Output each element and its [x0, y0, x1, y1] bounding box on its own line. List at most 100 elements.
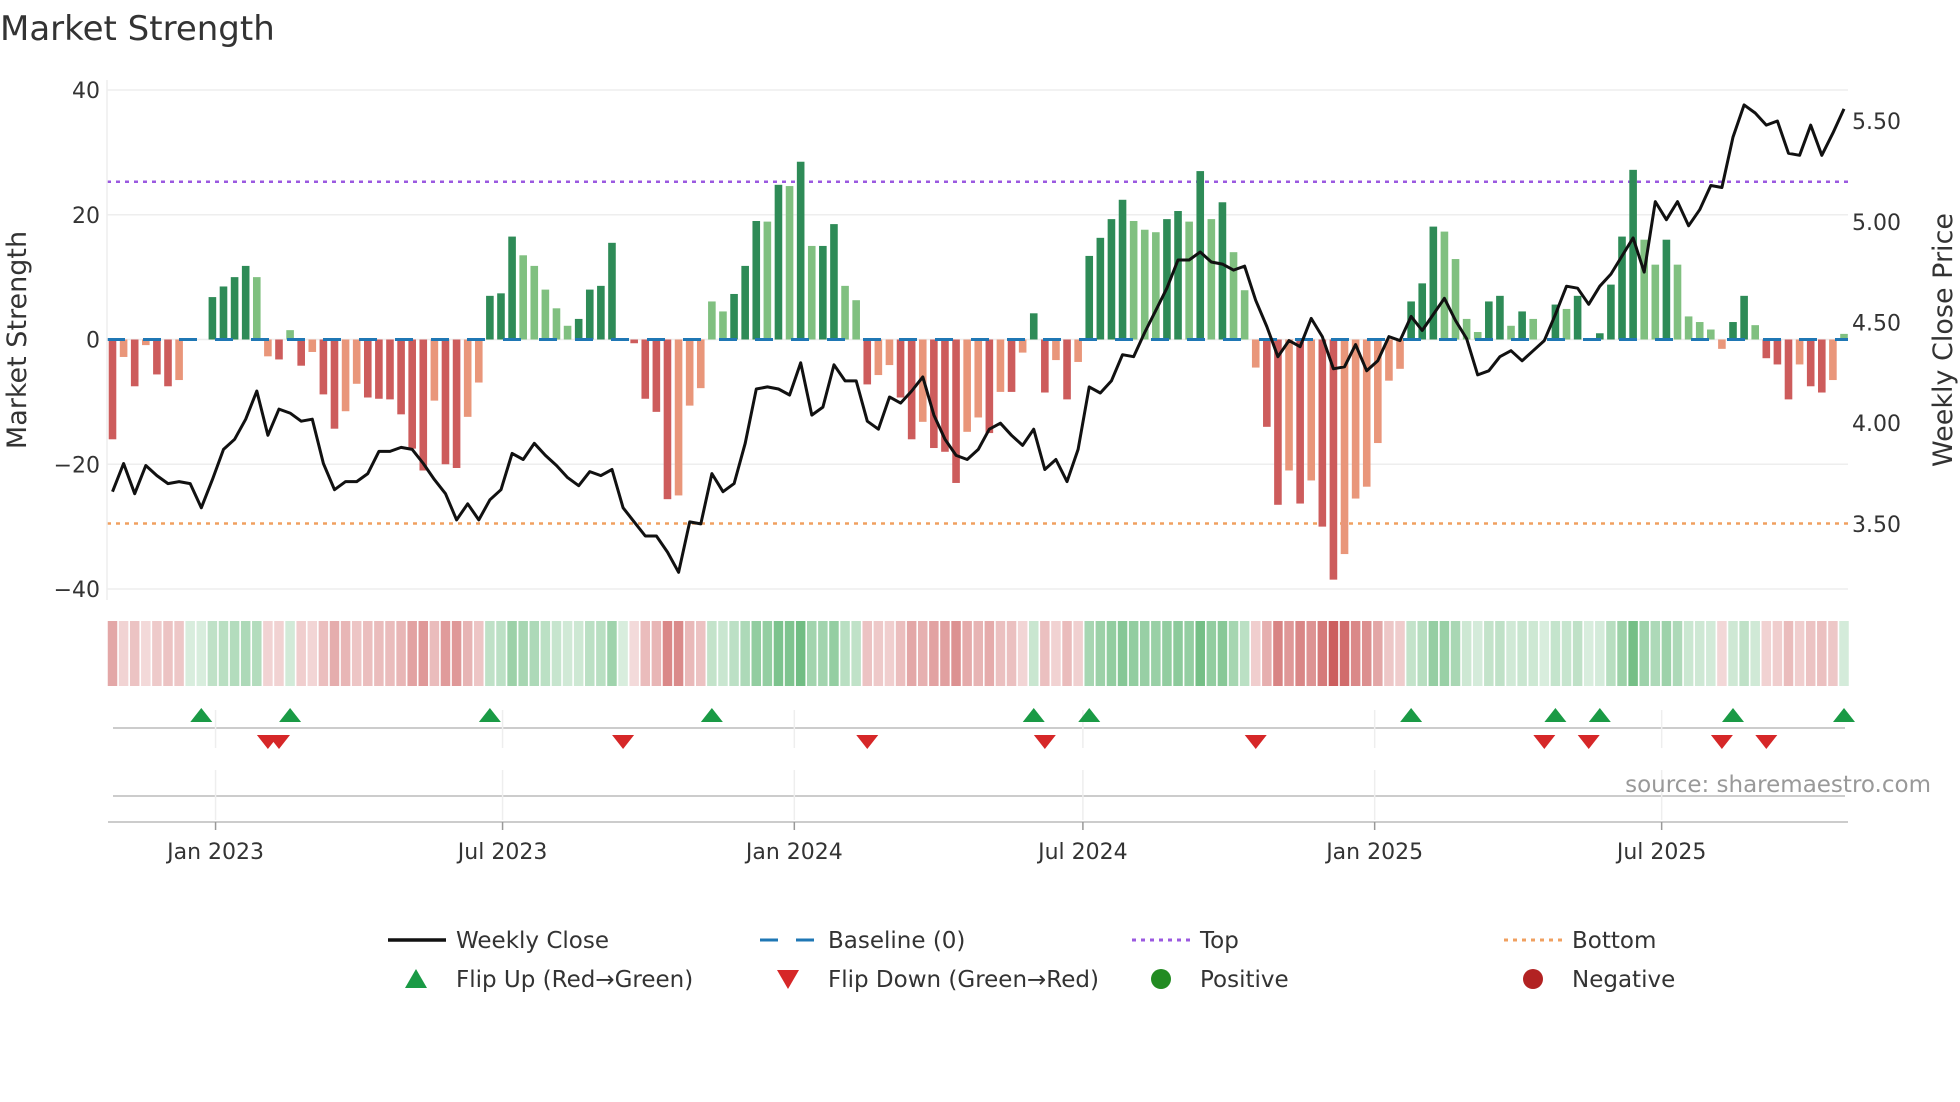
heatmap-cell: [1373, 621, 1383, 686]
legend-item: Weekly Close: [388, 928, 609, 954]
flip-up-marker: [190, 708, 213, 722]
heatmap-cell: [1128, 621, 1139, 686]
legend-item: Positive: [1151, 967, 1289, 993]
heatmap-cell: [940, 621, 950, 686]
heatmap-cell: [1406, 621, 1416, 686]
heatmap-cell: [351, 621, 362, 686]
heatmap-cell: [1450, 621, 1461, 686]
chart-title: Market Strength: [0, 9, 275, 49]
legend-item: Top: [1132, 928, 1239, 954]
strength-bar: [730, 293, 738, 340]
strength-bar: [463, 339, 472, 417]
heatmap-cell: [895, 621, 906, 686]
heatmap-cell: [984, 621, 995, 686]
heatmap-cell: [740, 621, 750, 686]
heatmap-cell: [1439, 621, 1450, 686]
heatmap-cell: [873, 621, 884, 686]
strength-bar: [419, 339, 428, 471]
heatmap-cell: [929, 621, 939, 686]
strength-bar: [674, 339, 683, 496]
y-tick-label: 40: [72, 79, 100, 104]
heatmap-cell: [1783, 621, 1794, 686]
heatmap-cell: [1017, 621, 1028, 686]
heatmap-cell: [784, 621, 795, 686]
x-tick-label: Jul 2024: [1036, 840, 1128, 865]
flip-down-marker: [856, 735, 879, 749]
heatmap-cell: [1217, 621, 1228, 686]
heatmap-cell: [329, 621, 340, 686]
heatmap-cell: [141, 621, 151, 686]
heatmap-cell: [129, 621, 140, 686]
heatmap-cell: [1750, 621, 1760, 686]
strength-bar: [752, 220, 761, 340]
heatmap-cell: [529, 621, 540, 686]
strength-bar: [1052, 339, 1060, 361]
heatmap-cell: [1583, 621, 1594, 686]
legend-item: Flip Up (Red→Green): [405, 967, 693, 993]
y-right-tick-label: 3.50: [1852, 513, 1901, 538]
flip-down-marker: [612, 735, 635, 749]
flip-up-marker: [478, 708, 501, 722]
legend-circle-icon: [1523, 969, 1543, 989]
strength-bar: [508, 236, 516, 340]
strength-bars: [108, 161, 1848, 580]
strength-bar: [1207, 219, 1216, 340]
strength-bar: [1029, 313, 1038, 340]
heatmap-cell: [729, 621, 739, 686]
heatmap-cell: [1495, 621, 1505, 686]
heatmap-cell: [462, 621, 473, 686]
heatmap-cell: [1661, 621, 1672, 686]
strength-bar: [608, 242, 616, 340]
strength-bar: [497, 293, 505, 340]
heatmap-cell: [1805, 621, 1816, 686]
heatmap-cell: [607, 621, 617, 686]
heatmap-cell: [485, 621, 495, 686]
heatmap-cell: [718, 621, 728, 686]
strength-bar: [974, 339, 983, 418]
y-tick-label: −20: [54, 453, 100, 478]
strength-bar: [1007, 339, 1016, 392]
strength-bar: [985, 339, 994, 434]
heatmap-cell: [684, 621, 695, 686]
heatmap-cell: [1139, 621, 1150, 686]
heatmap-cell: [1162, 621, 1172, 686]
heatmap-cell: [507, 621, 517, 686]
heatmap-cell: [218, 621, 229, 686]
legend-label: Flip Down (Green→Red): [828, 967, 1099, 993]
heatmap-cell: [1828, 621, 1838, 686]
strength-bar: [1263, 339, 1271, 427]
heatmap-cell: [995, 621, 1006, 686]
strength-bar: [452, 339, 461, 468]
flip-up-marker: [279, 708, 302, 722]
flip-up-marker: [1722, 708, 1745, 722]
strength-heatmap-strip: [107, 621, 1849, 686]
heatmap-cell: [906, 621, 917, 686]
x-tick-label: Jan 2023: [165, 840, 264, 865]
heatmap-cell: [1650, 621, 1661, 686]
heatmap-cell: [1672, 621, 1683, 686]
strength-bar: [1085, 255, 1094, 340]
heatmap-cell: [640, 621, 651, 686]
heatmap-cell: [1173, 621, 1183, 686]
strength-bar: [474, 339, 483, 383]
heatmap-cell: [418, 621, 429, 686]
market-strength-chart: Market Strength 40 20 0 −20 −40 5.50 5.00 4.50…: [0, 9, 1959, 993]
legend-item: Negative: [1523, 967, 1675, 993]
heatmap-cell: [1262, 621, 1272, 686]
y-axis-right-label: Weekly Close Price: [1928, 213, 1959, 467]
legend-item: Baseline (0): [760, 928, 965, 954]
heatmap-cell: [1395, 621, 1405, 686]
strength-bar: [796, 161, 805, 340]
heatmap-cell: [1028, 621, 1039, 686]
heatmap-cell: [163, 621, 173, 686]
heatmap-cell: [1572, 621, 1583, 686]
strength-bar: [841, 285, 849, 340]
heatmap-cell: [1472, 621, 1483, 686]
heatmap-cell: [1694, 621, 1705, 686]
heatmap-cell: [540, 621, 551, 686]
heatmap-cell: [618, 621, 628, 686]
heatmap-cell: [1772, 621, 1783, 686]
strength-bar: [819, 245, 827, 340]
strength-bar: [1806, 339, 1815, 387]
strength-bar: [297, 339, 305, 366]
